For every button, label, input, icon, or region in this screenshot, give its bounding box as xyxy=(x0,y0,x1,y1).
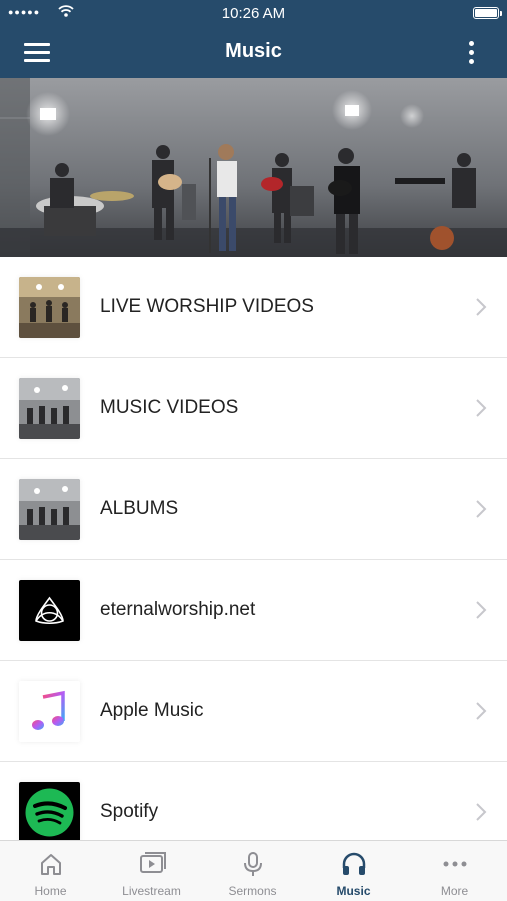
status-time: 10:26 AM xyxy=(221,5,286,22)
page-title: Music xyxy=(225,40,282,62)
chevron-right-icon xyxy=(476,702,487,720)
list-item-apple-music[interactable]: Apple Music xyxy=(0,661,507,762)
tab-label: Music xyxy=(336,884,371,898)
home-icon xyxy=(41,854,61,875)
apple-music-logo xyxy=(19,681,80,742)
list-item-label: eternalworship.net xyxy=(100,599,256,620)
list-item-label: Apple Music xyxy=(100,700,204,721)
tab-label: Livestream xyxy=(122,884,181,898)
tab-music[interactable]: Music xyxy=(303,841,404,901)
tab-sermons[interactable]: Sermons xyxy=(202,841,303,901)
list-item-eternalworship[interactable]: eternalworship.net xyxy=(0,560,507,661)
vertical-ellipsis-icon[interactable] xyxy=(463,40,479,64)
chevron-right-icon xyxy=(476,601,487,619)
headphones-icon xyxy=(342,852,366,875)
spotify-logo xyxy=(19,782,80,843)
play-video-icon xyxy=(140,852,166,873)
nav-bar: Music xyxy=(0,26,507,78)
tab-label: Home xyxy=(34,884,67,898)
battery-icon xyxy=(473,7,502,19)
list-item-label: MUSIC VIDEOS xyxy=(100,397,239,418)
albums-thumbnail xyxy=(19,479,80,540)
music-menu-list: LIVE WORSHIP VIDEOS MUSIC VIDEOS ALBUMS … xyxy=(0,257,507,863)
status-bar: ●●●●● 10:26 AM xyxy=(0,0,507,26)
tab-home[interactable]: Home xyxy=(0,841,101,901)
microphone-icon xyxy=(244,852,262,876)
list-item-label: LIVE WORSHIP VIDEOS xyxy=(100,296,314,317)
tab-livestream[interactable]: Livestream xyxy=(101,841,202,901)
eternal-worship-logo xyxy=(19,580,80,641)
chevron-right-icon xyxy=(476,298,487,316)
hero-band-photo xyxy=(0,78,507,257)
list-item-music-videos[interactable]: MUSIC VIDEOS xyxy=(0,358,507,459)
list-item-label: ALBUMS xyxy=(100,498,179,519)
list-item-label: Spotify xyxy=(100,801,159,822)
live-worship-thumbnail xyxy=(19,277,80,338)
tab-label: Sermons xyxy=(228,884,277,898)
list-item-live-worship-videos[interactable]: LIVE WORSHIP VIDEOS xyxy=(0,257,507,358)
tab-more[interactable]: More xyxy=(404,841,505,901)
chevron-right-icon xyxy=(476,399,487,417)
chevron-right-icon xyxy=(476,803,487,821)
ellipsis-icon xyxy=(443,861,467,867)
tab-label: More xyxy=(440,884,469,898)
chevron-right-icon xyxy=(476,500,487,518)
tab-bar: Home Livestream Sermons Music More xyxy=(0,840,507,901)
music-videos-thumbnail xyxy=(19,378,80,439)
list-item-albums[interactable]: ALBUMS xyxy=(0,459,507,560)
